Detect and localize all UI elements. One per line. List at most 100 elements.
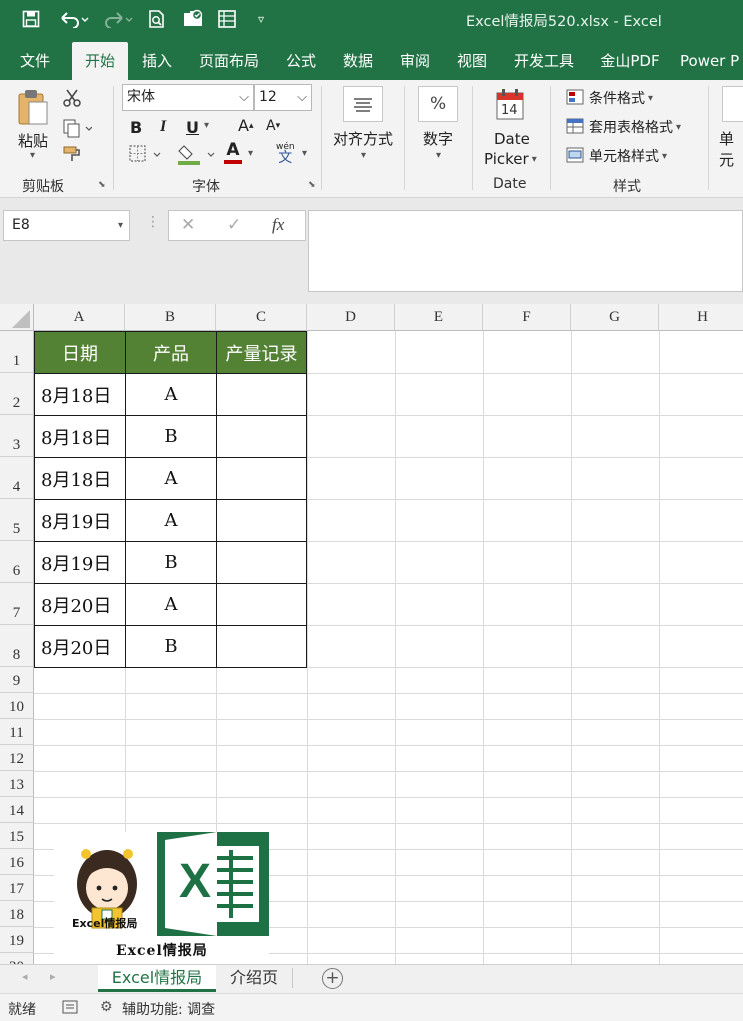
scroll-left-icon[interactable]: ◂ bbox=[22, 970, 28, 983]
font-launcher-icon[interactable]: ⬊ bbox=[308, 180, 318, 190]
alignment-icon[interactable] bbox=[343, 86, 383, 122]
table-cell-output[interactable] bbox=[216, 583, 307, 626]
number-button[interactable]: 数字 bbox=[423, 128, 453, 149]
column-header-f[interactable]: F bbox=[483, 304, 571, 331]
table-cell-date[interactable]: 8月20日 bbox=[34, 625, 126, 668]
column-header-a[interactable]: A bbox=[34, 304, 125, 331]
sheet-tab-intro[interactable]: 介绍页 bbox=[218, 965, 290, 992]
underline-dropdown-icon[interactable]: ▾ bbox=[204, 120, 209, 131]
tab-jinshan-pdf[interactable]: 金山PDF bbox=[594, 42, 666, 80]
tab-developer[interactable]: 开发工具 bbox=[504, 42, 584, 80]
formula-input[interactable] bbox=[308, 210, 743, 292]
logo-image[interactable]: Excel情报局 Excel情报局 X bbox=[54, 832, 269, 964]
conditional-format-button[interactable]: 条件格式 ▾ bbox=[566, 88, 653, 108]
font-name-select[interactable]: 宋体 ⌵ bbox=[122, 84, 254, 111]
print-preview-icon[interactable] bbox=[144, 6, 170, 32]
accessibility-status[interactable]: 辅助功能: 调查 bbox=[122, 999, 215, 1019]
row-header-9[interactable]: 9 bbox=[0, 667, 34, 693]
row-header-14[interactable]: 14 bbox=[0, 797, 34, 823]
tab-page-layout[interactable]: 页面布局 bbox=[190, 42, 268, 80]
paste-icon[interactable] bbox=[16, 88, 52, 128]
table-cell-product[interactable]: B bbox=[125, 415, 217, 458]
column-header-g[interactable]: G bbox=[571, 304, 659, 331]
table-cell-product[interactable]: B bbox=[125, 625, 217, 668]
table-cell-output[interactable] bbox=[216, 541, 307, 584]
row-header-15[interactable]: 15 bbox=[0, 823, 34, 849]
insert-function-icon[interactable]: fx bbox=[272, 215, 284, 235]
grow-font-button[interactable]: A ▴ bbox=[238, 116, 253, 135]
redo-icon[interactable] bbox=[100, 6, 136, 32]
date-picker-line1[interactable]: Date bbox=[494, 130, 530, 148]
row-header-2[interactable]: 2 bbox=[0, 373, 34, 415]
row-header-4[interactable]: 4 bbox=[0, 457, 34, 499]
table-cell-product[interactable]: A bbox=[125, 373, 217, 416]
alignment-dropdown-icon[interactable]: ▾ bbox=[361, 150, 366, 161]
undo-icon[interactable] bbox=[56, 6, 92, 32]
table-cell-date[interactable]: 8月19日 bbox=[34, 541, 126, 584]
tab-formulas[interactable]: 公式 bbox=[276, 42, 326, 80]
bold-button[interactable]: B bbox=[130, 118, 142, 137]
date-picker-line2[interactable]: Picker ▾ bbox=[484, 150, 537, 168]
row-header-8[interactable]: 8 bbox=[0, 625, 34, 667]
alignment-button[interactable]: 对齐方式 bbox=[333, 128, 393, 149]
calendar-icon[interactable]: 14 bbox=[496, 88, 524, 122]
table-header-output[interactable]: 产量记录 bbox=[216, 331, 307, 374]
sync-icon[interactable] bbox=[180, 6, 206, 32]
row-header-5[interactable]: 5 bbox=[0, 499, 34, 541]
add-sheet-icon[interactable]: + bbox=[322, 968, 343, 989]
fill-color-icon[interactable] bbox=[178, 142, 218, 166]
tab-insert[interactable]: 插入 bbox=[134, 42, 180, 80]
row-header-6[interactable]: 6 bbox=[0, 541, 34, 583]
row-header-3[interactable]: 3 bbox=[0, 415, 34, 457]
tab-review[interactable]: 审阅 bbox=[392, 42, 438, 80]
row-header-20[interactable]: 20 bbox=[0, 953, 34, 964]
scroll-right-icon[interactable]: ▸ bbox=[50, 970, 56, 983]
column-header-h[interactable]: H bbox=[659, 304, 743, 331]
underline-button[interactable]: U bbox=[186, 118, 199, 137]
font-size-select[interactable]: 12 ⌵ bbox=[254, 84, 312, 111]
row-header-1[interactable]: 1 bbox=[0, 331, 34, 373]
row-header-10[interactable]: 10 bbox=[0, 693, 34, 719]
phonetic-button[interactable]: wén 文 bbox=[276, 142, 295, 165]
copy-icon[interactable] bbox=[62, 118, 92, 138]
table-header-product[interactable]: 产品 bbox=[125, 331, 217, 374]
format-painter-icon[interactable] bbox=[62, 144, 82, 164]
cells-button[interactable]: 单元 bbox=[719, 128, 743, 170]
worksheet-grid[interactable]: A B C D E F G H 1 2 3 4 5 6 7 8 9 10 11 … bbox=[0, 304, 743, 964]
row-header-11[interactable]: 11 bbox=[0, 719, 34, 745]
table-icon[interactable] bbox=[214, 6, 240, 32]
row-header-18[interactable]: 18 bbox=[0, 901, 34, 927]
table-cell-product[interactable]: A bbox=[125, 583, 217, 626]
paste-dropdown-icon[interactable]: ▾ bbox=[30, 150, 35, 161]
format-as-table-button[interactable]: 套用表格格式 ▾ bbox=[566, 117, 681, 137]
table-cell-output[interactable] bbox=[216, 499, 307, 542]
row-header-19[interactable]: 19 bbox=[0, 927, 34, 953]
table-cell-date[interactable]: 8月19日 bbox=[34, 499, 126, 542]
number-dropdown-icon[interactable]: ▾ bbox=[436, 150, 441, 161]
table-cell-output[interactable] bbox=[216, 457, 307, 500]
table-cell-date[interactable]: 8月18日 bbox=[34, 373, 126, 416]
column-header-b[interactable]: B bbox=[125, 304, 216, 331]
borders-icon[interactable] bbox=[128, 144, 164, 164]
table-cell-output[interactable] bbox=[216, 415, 307, 458]
row-header-7[interactable]: 7 bbox=[0, 583, 34, 625]
table-cell-product[interactable]: B bbox=[125, 541, 217, 584]
column-header-e[interactable]: E bbox=[395, 304, 483, 331]
cell-styles-button[interactable]: 单元格样式 ▾ bbox=[566, 146, 667, 166]
table-cell-date[interactable]: 8月20日 bbox=[34, 583, 126, 626]
column-header-d[interactable]: D bbox=[307, 304, 395, 331]
column-header-c[interactable]: C bbox=[216, 304, 307, 331]
tab-view[interactable]: 视图 bbox=[448, 42, 496, 80]
tab-home[interactable]: 开始 bbox=[72, 42, 128, 80]
table-cell-date[interactable]: 8月18日 bbox=[34, 457, 126, 500]
paste-button[interactable]: 粘贴 bbox=[18, 130, 48, 151]
shrink-font-button[interactable]: A ▾ bbox=[266, 118, 280, 134]
table-cell-output[interactable] bbox=[216, 625, 307, 668]
clipboard-launcher-icon[interactable]: ⬊ bbox=[98, 180, 108, 190]
name-box[interactable]: E8 ▾ bbox=[3, 210, 130, 241]
row-header-16[interactable]: 16 bbox=[0, 849, 34, 875]
number-format-icon[interactable]: % bbox=[418, 86, 458, 122]
table-cell-product[interactable]: A bbox=[125, 499, 217, 542]
phonetic-dropdown-icon[interactable]: ▾ bbox=[302, 148, 307, 159]
accessibility-icon[interactable]: ⚙ bbox=[100, 999, 113, 1015]
